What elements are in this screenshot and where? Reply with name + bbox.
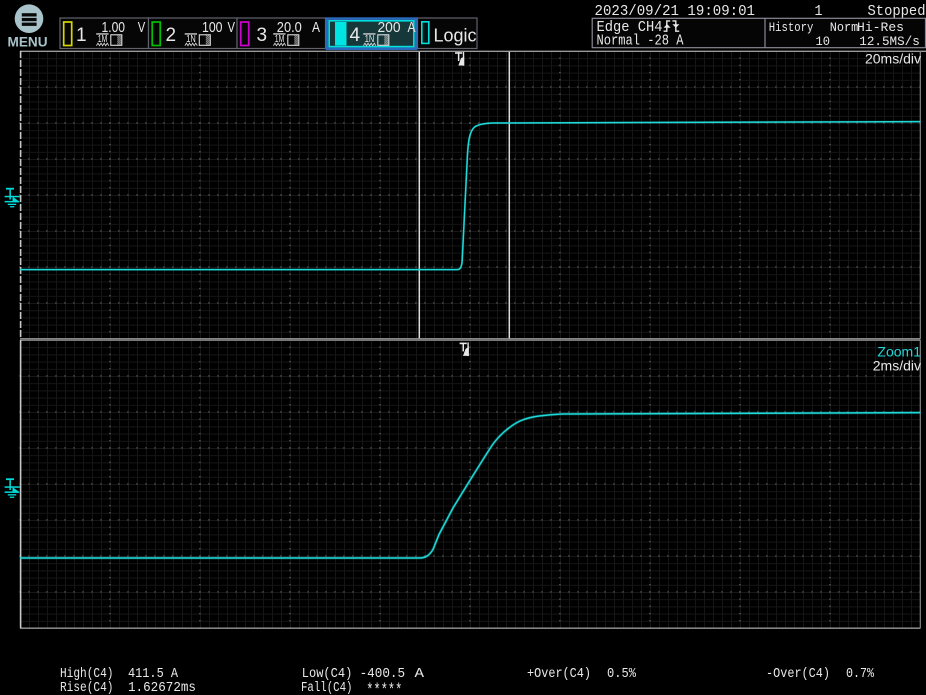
svg-text:History: History — [769, 20, 814, 35]
svg-text:3: 3 — [257, 25, 268, 46]
svg-text:4: 4 — [350, 25, 361, 46]
svg-text:Hi-Res: Hi-Res — [857, 20, 904, 35]
svg-text:200: 200 — [378, 19, 401, 36]
svg-text:100: 100 — [202, 19, 223, 36]
svg-text:2: 2 — [166, 25, 177, 46]
svg-text:1M: 1M — [98, 33, 108, 45]
svg-text:0.7%: 0.7% — [846, 667, 875, 682]
svg-text:Fall(C4): Fall(C4) — [301, 681, 353, 695]
svg-text:+Over(C4): +Over(C4) — [527, 667, 591, 682]
svg-text:12.5MS/s: 12.5MS/s — [859, 34, 920, 49]
svg-text:2023/09/21 19:09:01: 2023/09/21 19:09:01 — [595, 3, 756, 20]
svg-text:-Over(C4): -Over(C4) — [766, 667, 830, 682]
svg-text:1: 1 — [76, 25, 87, 46]
svg-text:0.5%: 0.5% — [607, 667, 637, 682]
svg-text:Stopped: Stopped — [868, 3, 926, 20]
svg-text:Norm: Norm — [830, 20, 859, 35]
svg-text:1M: 1M — [275, 33, 285, 45]
svg-text:A: A — [415, 667, 426, 682]
svg-text:MENU: MENU — [8, 35, 48, 50]
svg-text:20ms/div: 20ms/div — [865, 51, 921, 67]
svg-text:1.62672ms: 1.62672ms — [128, 681, 196, 695]
svg-text:1N: 1N — [365, 33, 375, 45]
svg-text:-400.5: -400.5 — [360, 667, 406, 682]
svg-text:A: A — [312, 19, 320, 36]
svg-text:*****: ***** — [366, 681, 402, 695]
svg-text:V: V — [228, 19, 236, 36]
svg-text:V: V — [138, 19, 146, 36]
svg-text:1N: 1N — [186, 33, 196, 45]
svg-text:10: 10 — [816, 34, 831, 49]
svg-text:Rise(C4): Rise(C4) — [60, 681, 114, 695]
svg-text:Normal -28 A: Normal -28 A — [597, 34, 684, 50]
svg-text:Logic: Logic — [434, 24, 477, 45]
svg-text:1: 1 — [815, 3, 823, 20]
svg-text:A: A — [408, 19, 416, 36]
svg-text:2ms/div: 2ms/div — [873, 358, 921, 374]
